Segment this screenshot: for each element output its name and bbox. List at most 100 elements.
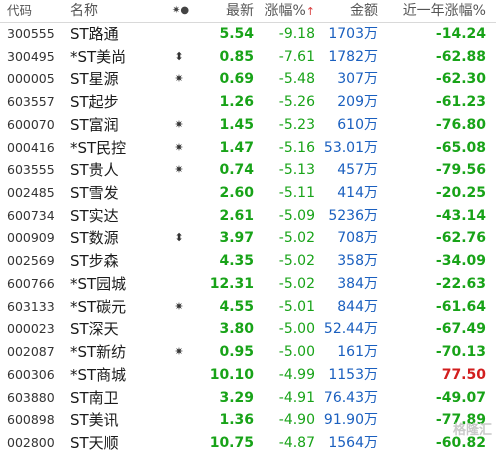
year-change-percent: -49.07 [435,389,486,406]
stock-name: ST深天 [70,320,119,339]
table-row[interactable]: 300555 ST路通 5.54 -9.18 1703万 -14.24 [0,23,496,46]
stock-name: ST起步 [70,93,119,112]
turnover-amount: 708万 [316,227,378,249]
stock-flag-icon: ✷ [174,163,184,177]
table-row[interactable]: 000023 ST深天 3.80 -5.00 52.44万 -67.49 [0,318,496,341]
table-row[interactable]: 002800 ST天顺 10.75 -4.87 1564万 -60.82 [0,432,496,455]
table-row[interactable]: 603133 *ST碳元 ✷ 4.55 -5.01 844万 -61.64 [0,296,496,319]
latest-price: 1.45 [219,116,254,133]
year-change-percent: -62.76 [435,230,486,247]
turnover-value: 384 [337,275,364,292]
year-change-percent: -76.80 [435,116,486,133]
stock-code: 000023 [7,321,55,337]
header-code[interactable]: 代码 [7,0,61,22]
turnover-value: 91.90 [323,412,364,429]
turnover-value: 161 [337,344,364,361]
stock-code: 000909 [7,230,55,246]
table-row[interactable]: 002087 *ST新纺 ✷ 0.95 -5.00 161万 -70.13 [0,341,496,364]
year-change-percent: -14.24 [435,26,486,42]
turnover-unit: 万 [364,434,378,451]
change-percent: -9.18 [278,26,315,42]
turnover-value: 76.43 [323,389,364,406]
stock-name: ST美讯 [70,411,119,430]
turnover-amount: 53.01万 [316,137,378,159]
table-row[interactable]: 002569 ST步森 4.35 -5.02 358万 -34.09 [0,250,496,273]
header-year-change[interactable]: 近一年涨幅% [392,0,486,22]
turnover-amount: 358万 [316,250,378,272]
turnover-value: 358 [337,253,364,270]
stock-code: 600306 [7,366,55,382]
change-percent: -5.13 [278,162,315,179]
stock-name: ST南卫 [70,388,119,407]
table-row[interactable]: 002485 ST雪发 2.60 -5.11 414万 -20.25 [0,182,496,205]
turnover-unit: 万 [364,48,378,65]
table-row[interactable]: 600766 *ST园城 12.31 -5.02 384万 -22.63 [0,273,496,296]
stock-name: *ST美尚 [70,47,127,66]
stock-flag-icon: ✷ [174,299,184,313]
turnover-unit: 万 [364,26,378,42]
header-price[interactable]: 最新 [200,0,254,22]
table-row[interactable]: 603880 ST南卫 3.29 -4.91 76.43万 -49.07 [0,387,496,410]
turnover-amount: 52.44万 [316,318,378,340]
change-percent: -5.00 [278,321,315,338]
table-row[interactable]: 603555 ST贵人 ✷ 0.74 -5.13 457万 -79.56 [0,159,496,182]
turnover-value: 1564 [328,434,364,451]
year-change-percent: -62.88 [435,48,486,65]
latest-price: 4.55 [219,298,254,315]
year-change-percent: -67.49 [435,321,486,338]
turnover-value: 52.44 [323,321,364,338]
turnover-unit: 万 [364,185,378,202]
table-row[interactable]: 600070 ST富润 ✷ 1.45 -5.23 610万 -76.80 [0,114,496,137]
table-row[interactable]: 600306 *ST商城 10.10 -4.99 1153万 77.50 [0,364,496,387]
turnover-amount: 457万 [316,159,378,181]
turnover-amount: 91.90万 [316,409,378,431]
year-change-percent: -34.09 [435,253,486,270]
turnover-unit: 万 [364,275,378,292]
table-row[interactable]: 600734 ST实达 2.61 -5.09 5236万 -43.14 [0,205,496,228]
turnover-amount: 1564万 [316,432,378,454]
stock-name: *ST碳元 [70,297,127,316]
stock-flag-icon: ✷ [174,140,184,154]
stock-flag-icon: ⬍ [174,49,184,63]
turnover-unit: 万 [364,344,378,361]
year-change-percent: -20.25 [435,185,486,202]
table-row[interactable]: 600898 ST美讯 1.36 -4.90 91.90万 -77.89 [0,409,496,432]
change-percent: -4.90 [278,412,315,429]
latest-price: 1.26 [219,94,254,111]
change-percent: -4.99 [278,366,315,383]
change-percent: -4.87 [278,434,315,451]
latest-price: 0.74 [219,162,254,179]
turnover-unit: 万 [364,94,378,111]
turnover-amount: 1782万 [316,46,378,68]
change-percent: -5.09 [278,207,315,224]
turnover-amount: 307万 [316,68,378,90]
latest-price: 3.29 [219,389,254,406]
table-row[interactable]: 603557 ST起步 1.26 -5.26 209万 -61.23 [0,91,496,114]
table-row[interactable]: 000909 ST数源 ⬍ 3.97 -5.02 708万 -62.76 [0,227,496,250]
stock-code: 300555 [7,26,55,41]
latest-price: 10.10 [209,366,254,383]
stock-code: 603557 [7,94,55,110]
header-amount[interactable]: 金额 [316,0,378,22]
table-row[interactable]: 000416 *ST民控 ✷ 1.47 -5.16 53.01万 -65.08 [0,137,496,160]
header-change[interactable]: 涨幅%↑ [258,0,315,23]
stock-code: 000416 [7,139,55,155]
table-row[interactable]: 300495 *ST美尚 ⬍ 0.85 -7.61 1782万 -62.88 [0,46,496,69]
stock-flag-icon: ✷ [174,72,184,86]
year-change-percent: -79.56 [435,162,486,179]
stock-code: 603880 [7,389,55,405]
stock-code: 600734 [7,207,55,223]
stock-name: ST天顺 [70,433,119,452]
table-row[interactable]: 000005 ST星源 ✷ 0.69 -5.48 307万 -62.30 [0,68,496,91]
change-percent: -7.61 [278,48,315,65]
turnover-unit: 万 [364,389,378,406]
latest-price: 2.61 [219,207,254,224]
latest-price: 3.97 [219,230,254,247]
turnover-value: 457 [337,162,364,179]
turnover-amount: 844万 [316,296,378,318]
latest-price: 0.85 [219,48,254,65]
stock-name: ST贵人 [70,161,119,180]
turnover-amount: 610万 [316,114,378,136]
turnover-unit: 万 [364,71,378,88]
header-name[interactable]: 名称 [70,0,175,22]
